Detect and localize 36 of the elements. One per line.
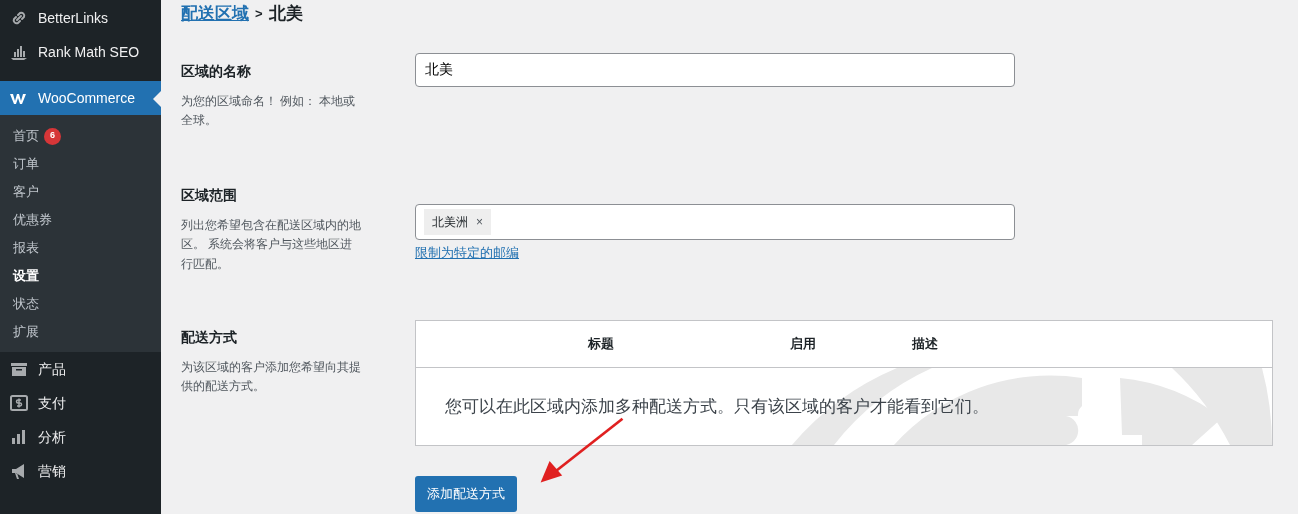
sidebar-item[interactable]: WooCommerce <box>0 81 161 115</box>
breadcrumb-current: 北美 <box>268 3 303 26</box>
field-description: 为该区域的客户添加您希望向其提供的配送方式。 <box>181 359 362 395</box>
submenu-item[interactable]: 设置 <box>0 262 161 290</box>
submenu-item[interactable]: 订单 <box>0 150 161 178</box>
dollar-icon <box>9 393 29 413</box>
column-header: 描述 <box>912 335 938 354</box>
submenu-item[interactable]: 客户 <box>0 178 161 206</box>
field-label: 区域范围 <box>181 187 238 204</box>
region-select-field[interactable]: 北美洲 × <box>415 204 1015 240</box>
sidebar-item[interactable]: Rank Math SEO <box>0 35 161 69</box>
sidebar-item[interactable]: BetterLinks <box>0 1 161 35</box>
sidebar-item[interactable]: 支付 <box>0 386 161 420</box>
submenu-item[interactable]: 首页 6 <box>0 122 161 150</box>
submenu-item[interactable]: 报表 <box>0 234 161 262</box>
column-header: 启用 <box>790 335 817 354</box>
zone-name-field[interactable]: 北美 <box>415 53 1015 87</box>
count-badge: 6 <box>44 127 61 145</box>
field-description: 列出您希望包含在配送区域内的地区。 系统会将客户与这些地区进行匹配。 <box>181 217 362 272</box>
region-tag: 北美洲 × <box>424 209 491 235</box>
empty-message: 您可以在此区域内添加多种配送方式。只有该区域的客户才能看到它们。 <box>445 396 989 418</box>
postcode-link[interactable]: 限制为特定的邮编 <box>415 244 519 263</box>
field-label: 区域的名称 <box>181 63 252 80</box>
sidebar-item[interactable]: 分析 <box>0 420 161 454</box>
sidebar-item[interactable]: 营销 <box>0 454 161 488</box>
submenu-item[interactable]: 扩展 <box>0 318 161 346</box>
add-shipping-method-button[interactable]: 添加配送方式 <box>415 476 517 512</box>
breadcrumb-separator: > <box>255 5 263 24</box>
column-header: 标题 <box>587 335 615 354</box>
field-label: 配送方式 <box>181 329 238 346</box>
tag-remove-icon[interactable]: × <box>476 213 483 231</box>
submenu-item[interactable]: 状态 <box>0 290 161 318</box>
field-description: 为您的区域命名！ 例如： 本地或全球。 <box>181 93 357 129</box>
sidebar-item[interactable]: 产品 <box>0 352 161 386</box>
breadcrumb-link[interactable]: 配送区域 <box>181 1 249 27</box>
submenu-item[interactable]: 优惠券 <box>0 206 161 234</box>
